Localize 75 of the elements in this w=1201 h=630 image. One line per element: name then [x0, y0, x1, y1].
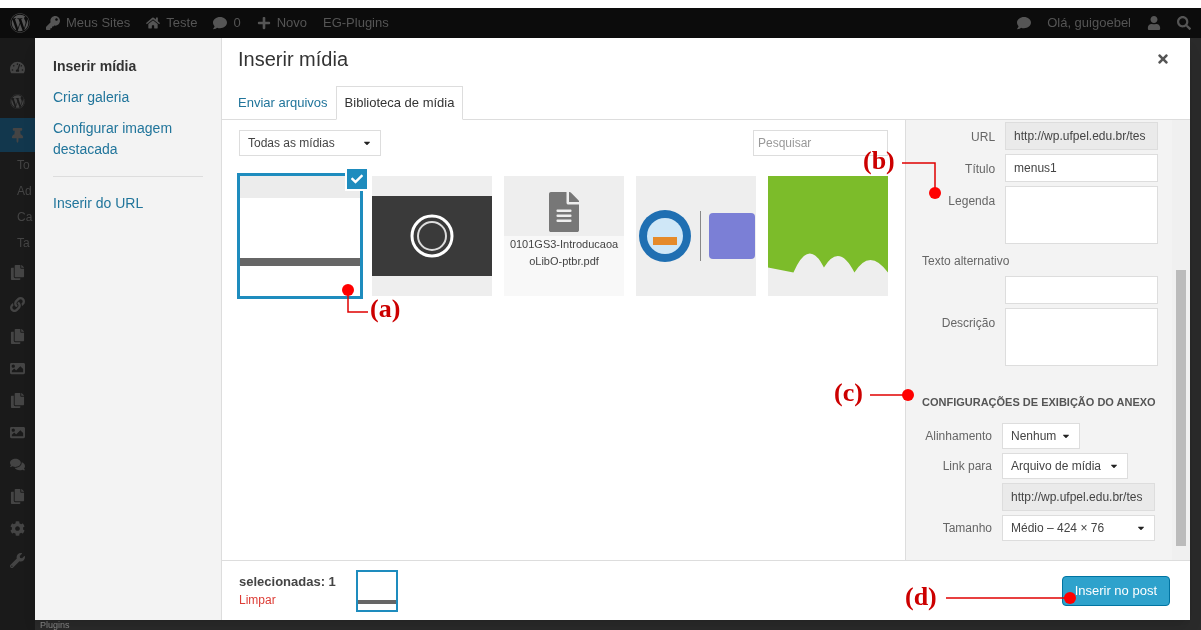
menu-icon[interactable] — [10, 488, 25, 504]
insert-button[interactable]: Inserir no post — [1061, 575, 1170, 606]
search-icon[interactable] — [1177, 16, 1191, 30]
annotation-pointer — [869, 389, 914, 401]
admin-bar-link[interactable]: Teste — [166, 13, 198, 33]
logo-icon[interactable] — [10, 13, 30, 33]
menu-icon[interactable] — [10, 456, 25, 472]
admin-bar-link[interactable]: Novo — [276, 13, 307, 33]
home-icon[interactable] — [146, 16, 161, 30]
menu-icon[interactable] — [10, 93, 25, 109]
select-field[interactable]: Médio – 424 × 76 — [1002, 514, 1155, 541]
field-label: Alinhamento — [924, 427, 992, 445]
emblem-icon — [637, 209, 692, 263]
menu-link[interactable]: Configurar imagem destacada — [53, 118, 203, 160]
selection-count: selecionadas: 1 — [239, 572, 336, 591]
file-name: 0101GS3-IntroducaoaoLibO-ptbr.pdf — [504, 236, 624, 296]
menu-icon[interactable] — [10, 296, 25, 312]
plus-icon[interactable] — [256, 16, 271, 30]
media-thumbnail[interactable] — [768, 176, 888, 296]
menu-icon[interactable] — [10, 127, 25, 143]
admin-bar-link[interactable]: 0 — [233, 13, 241, 33]
selected-thumbnail[interactable] — [355, 569, 398, 612]
menu-icon[interactable] — [10, 392, 25, 408]
annotation-pointer — [901, 162, 941, 199]
textarea-field[interactable] — [1005, 308, 1159, 366]
annotation-pointer — [342, 284, 369, 313]
clear-link[interactable]: Limpar — [239, 591, 336, 610]
title-field[interactable]: menus1 — [1005, 154, 1159, 182]
field-label: Link para — [941, 457, 992, 475]
menu-icon[interactable] — [10, 59, 25, 75]
menu-link[interactable]: Criar galeria — [53, 87, 203, 108]
menu-link[interactable]: Inserir do URL — [53, 193, 203, 214]
check-icon[interactable] — [345, 167, 369, 191]
field-label: Tamanho — [941, 519, 992, 537]
media-thumbnail[interactable]: 0101GS3-IntroducaoaoLibO-ptbr.pdf — [504, 176, 624, 296]
menu-icon[interactable] — [10, 328, 25, 344]
url-field[interactable]: http://wp.ufpel.edu.br/tes — [1005, 122, 1159, 150]
select-field[interactable]: Arquivo de mídia — [1002, 452, 1128, 479]
greeting-link[interactable]: Olá, guigoebel — [1047, 13, 1131, 33]
media-thumbnail[interactable] — [636, 176, 756, 296]
annotation-label: (d) — [905, 582, 937, 612]
select-field[interactable]: Todas as mídias — [239, 130, 381, 156]
menu-icon[interactable] — [10, 552, 25, 568]
field-label: Texto alternativo — [922, 253, 1011, 270]
menu-icon[interactable] — [10, 520, 25, 536]
menu-label[interactable]: Plugins — [40, 620, 70, 630]
tab[interactable]: Enviar arquivos — [230, 86, 336, 120]
menu-link[interactable]: Inserir mídia — [53, 56, 203, 77]
select-field[interactable]: Nenhum — [1002, 422, 1080, 449]
key-icon[interactable] — [46, 16, 60, 30]
user-icon[interactable] — [1147, 16, 1161, 30]
media-thumbnail[interactable] — [240, 176, 360, 296]
element-tile-drawing — [708, 213, 755, 259]
url-field[interactable]: http://wp.ufpel.edu.br/tes — [1002, 482, 1155, 511]
menu-icon[interactable] — [10, 264, 25, 280]
comment-icon[interactable] — [213, 16, 228, 30]
annotation-label: (a) — [370, 294, 401, 324]
field-label: Descrição — [940, 315, 996, 332]
field-label: Legenda — [947, 193, 996, 210]
menu-icon[interactable] — [10, 424, 25, 440]
media-thumbnail[interactable] — [372, 176, 492, 296]
annotation-label: (c) — [834, 378, 863, 408]
admin-bar-link[interactable]: Meus Sites — [66, 13, 131, 33]
input-field[interactable] — [1005, 276, 1159, 304]
close-icon[interactable] — [1156, 52, 1170, 66]
modal-title: Inserir mídia — [238, 47, 349, 72]
menu-icon[interactable] — [10, 360, 25, 376]
comment-icon[interactable] — [1017, 16, 1032, 30]
section-heading: CONFIGURAÇÕES DE EXIBIÇÃO DO ANEXO — [922, 395, 1157, 410]
admin-bar-link[interactable]: EG-Plugins — [323, 13, 389, 33]
scrollbar[interactable] — [1172, 120, 1190, 560]
field-label: Título — [964, 161, 996, 178]
textarea-field[interactable] — [1005, 186, 1159, 244]
field-label: URL — [970, 129, 996, 146]
tab[interactable]: Biblioteca de mídia — [335, 86, 464, 120]
